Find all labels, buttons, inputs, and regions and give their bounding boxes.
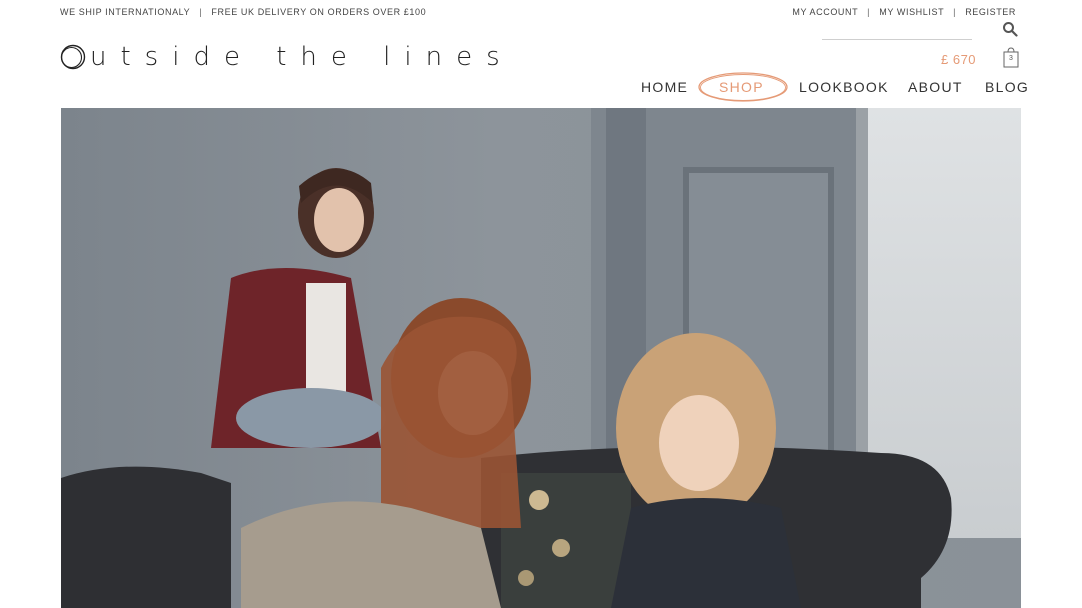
separator: | <box>867 7 871 17</box>
separator: | <box>953 7 957 17</box>
hero-image <box>61 108 1021 608</box>
search-icon[interactable] <box>1002 21 1018 37</box>
search-input[interactable] <box>822 39 972 40</box>
free-delivery-text: FREE UK DELIVERY ON ORDERS OVER £100 <box>211 7 427 17</box>
logo-o-mark <box>60 44 86 70</box>
nav-lookbook[interactable]: LOOKBOOK <box>799 79 889 95</box>
site-logo[interactable]: utside the lines <box>60 42 514 72</box>
shopping-bag-icon[interactable]: 3 <box>1003 46 1019 68</box>
register-link[interactable]: REGISTER <box>965 7 1016 17</box>
account-links: MY ACCOUNT | MY WISHLIST | REGISTER <box>786 7 1016 17</box>
nav-about[interactable]: ABOUT <box>908 79 963 95</box>
my-wishlist-link[interactable]: MY WISHLIST <box>879 7 944 17</box>
ship-international-text: WE SHIP INTERNATIONALY <box>60 7 191 17</box>
main-nav: HOME SHOP LOOKBOOK ABOUT BLOG <box>0 79 1082 99</box>
separator: | <box>199 7 203 17</box>
logo-text: utside the lines <box>90 42 514 72</box>
hero-photo-illustration <box>61 108 1021 608</box>
my-account-link[interactable]: MY ACCOUNT <box>792 7 858 17</box>
cart-total[interactable]: £ 670 <box>941 52 976 67</box>
nav-shop[interactable]: SHOP <box>719 79 764 95</box>
shipping-info-bar: WE SHIP INTERNATIONALY | FREE UK DELIVER… <box>60 7 432 17</box>
nav-home[interactable]: HOME <box>641 79 688 95</box>
cart-count: 3 <box>1009 55 1013 62</box>
nav-blog[interactable]: BLOG <box>985 79 1029 95</box>
